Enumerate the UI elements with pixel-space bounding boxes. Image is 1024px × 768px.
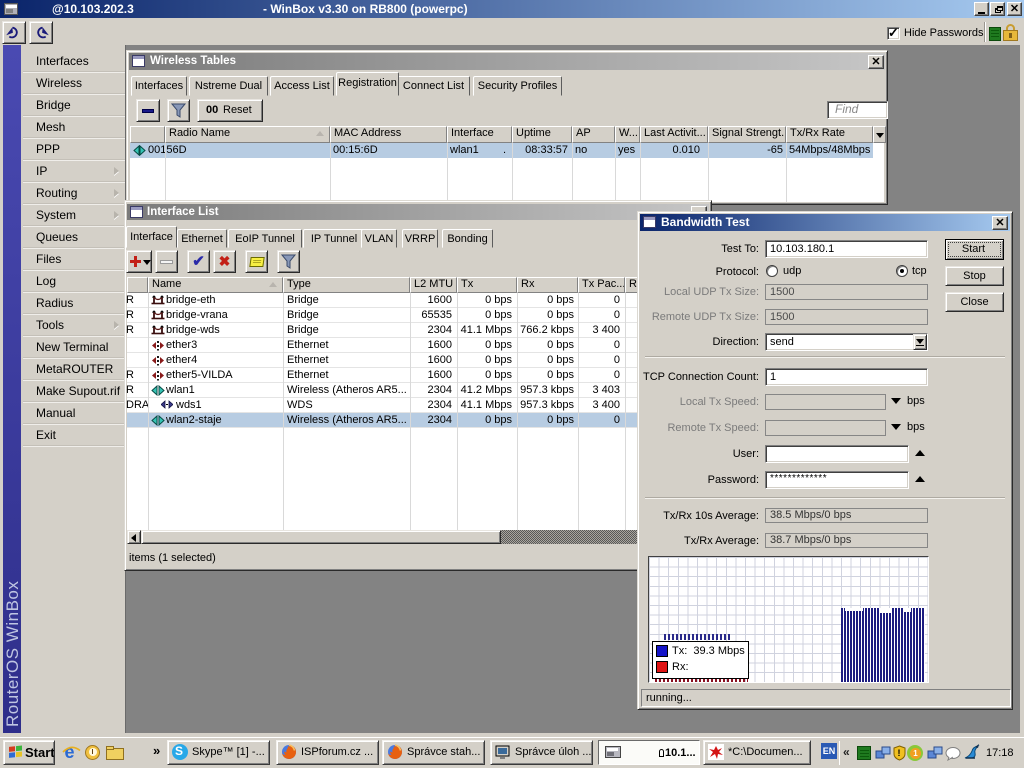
svg-text:e: e xyxy=(65,742,75,762)
svg-text:!: ! xyxy=(898,748,901,758)
